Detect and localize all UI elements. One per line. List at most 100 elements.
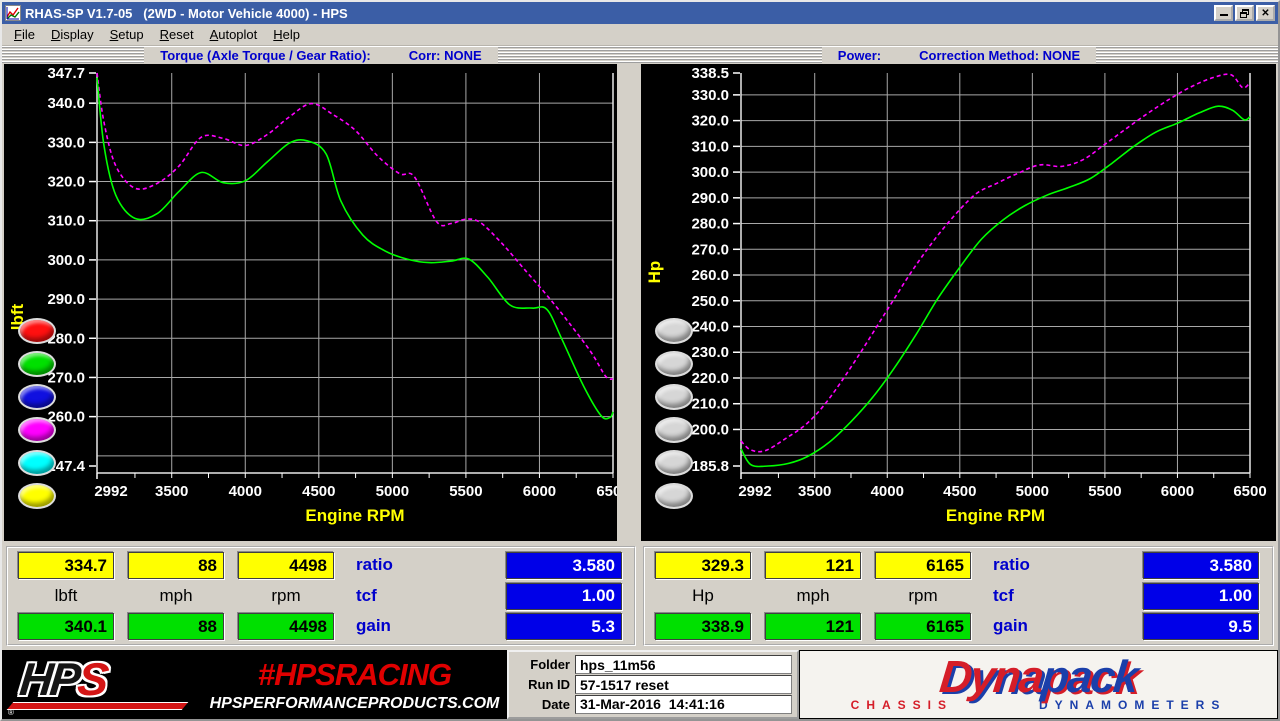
- x-axis-title: Engine RPM: [946, 506, 1045, 525]
- field-row-run-id: Run ID: [514, 675, 792, 695]
- right-peak-Hp: 338.9: [655, 613, 751, 640]
- right-ratio-label: ratio: [993, 555, 1030, 575]
- menu-display[interactable]: Display: [43, 24, 102, 45]
- minimize-icon: [1220, 9, 1228, 16]
- run-button-red[interactable]: [18, 318, 56, 344]
- y-tick-label: 320.0: [47, 174, 85, 191]
- torque-plot: 347.7340.0330.0320.0310.0300.0290.0280.0…: [4, 64, 617, 541]
- hps-promo: #HPSRACING HPSPERFORMANCEPRODUCTS.COM: [202, 650, 507, 719]
- y-tick-label: 338.5: [691, 65, 729, 82]
- run-button-yellow[interactable]: [18, 483, 56, 509]
- y-tick-label: 347.7: [47, 65, 85, 82]
- y-tick-label: 200.0: [691, 421, 729, 438]
- right-gain-value: 9.5: [1143, 613, 1259, 640]
- x-axis-title: Engine RPM: [305, 506, 404, 525]
- field-input-date[interactable]: [575, 695, 792, 714]
- run-button-gray-2[interactable]: [655, 351, 693, 377]
- restore-button[interactable]: [1235, 5, 1254, 21]
- left-tcf-label: tcf: [356, 586, 377, 606]
- x-tick-label: 6500: [1233, 483, 1266, 500]
- y-tick-label: 340.0: [47, 95, 85, 112]
- power-header-half: Power:Correction Method: NONE: [640, 46, 1278, 64]
- hps-logo-swoosh: [7, 702, 189, 710]
- left-current-rpm: 4498: [238, 552, 334, 579]
- app-window: RHAS-SP V1.7-05 (2WD - Motor Vehicle 400…: [0, 0, 1280, 721]
- left-unit-label-lbft: lbft: [18, 586, 114, 606]
- x-tick-label: 6000: [523, 483, 556, 500]
- hps-hashtag: #HPSRACING: [258, 657, 451, 693]
- power-chart-panel: 338.5330.0320.0310.0300.0290.0280.0270.0…: [641, 64, 1276, 541]
- x-tick-label: 4500: [943, 483, 976, 500]
- menu-setup[interactable]: Setup: [102, 24, 152, 45]
- window-title: RHAS-SP V1.7-05 (2WD - Motor Vehicle 400…: [25, 6, 348, 21]
- run-button-gray-1[interactable]: [655, 318, 693, 344]
- field-input-run-id[interactable]: [575, 675, 792, 694]
- left-tcf-value: 1.00: [506, 583, 622, 610]
- x-tick-label: 4000: [871, 483, 904, 500]
- field-label-run-id: Run ID: [514, 677, 570, 692]
- x-tick-label: 3500: [155, 483, 188, 500]
- run-button-gray-3[interactable]: [655, 384, 693, 410]
- y-tick-label: 240.0: [691, 319, 729, 336]
- run-button-gray-4[interactable]: [655, 417, 693, 443]
- charts-row: 347.7340.0330.0320.0310.0300.0290.0280.0…: [2, 64, 1278, 541]
- field-row-folder: Folder: [514, 655, 792, 675]
- right-peak-rpm: 6165: [875, 613, 971, 640]
- left-gain-value: 5.3: [506, 613, 622, 640]
- left-peak-rpm: 4498: [238, 613, 334, 640]
- y-tick-label: 230.0: [691, 344, 729, 361]
- y-tick-label: 280.0: [691, 216, 729, 233]
- minimize-button[interactable]: [1214, 5, 1233, 21]
- torque-header-corr: Corr: NONE: [409, 48, 482, 63]
- menu-autoplot[interactable]: Autoplot: [202, 24, 266, 45]
- y-tick-label: 310.0: [47, 213, 85, 230]
- field-row-date: Date: [514, 694, 792, 714]
- hps-logo-text: HPS: [17, 652, 108, 706]
- close-button[interactable]: ✕: [1256, 5, 1275, 21]
- y-tick-label: 270.0: [691, 241, 729, 258]
- run-button-blue[interactable]: [18, 384, 56, 410]
- app-icon-chart: [6, 6, 20, 20]
- torque-header-half: Torque (Axle Torque / Gear Ratio): Corr: …: [2, 46, 640, 64]
- menu-file[interactable]: File: [6, 24, 43, 45]
- run-button-magenta[interactable]: [18, 417, 56, 443]
- right-gain-label: gain: [993, 616, 1028, 636]
- left-peak-lbft: 340.1: [18, 613, 114, 640]
- registered-mark: ®: [8, 708, 14, 717]
- y-tick-label: 250.0: [691, 293, 729, 310]
- x-tick-label: 4000: [229, 483, 262, 500]
- menu-help[interactable]: Help: [265, 24, 308, 45]
- menu-bar: FileDisplaySetupResetAutoplotHelp: [2, 24, 1278, 46]
- x-tick-label: 2992: [738, 483, 771, 500]
- menu-reset[interactable]: Reset: [152, 24, 202, 45]
- run-button-green[interactable]: [18, 351, 56, 377]
- x-tick-label: 5500: [1088, 483, 1121, 500]
- power-readout-panel: 329.31216165338.91216165Hpmphrpmratio3.5…: [643, 546, 1274, 646]
- x-tick-label: 5000: [1016, 483, 1049, 500]
- y-tick-label: 310.0: [691, 138, 729, 155]
- field-input-folder[interactable]: [575, 655, 792, 674]
- run-button-gray-5[interactable]: [655, 450, 693, 476]
- y-tick-label: 330.0: [691, 87, 729, 104]
- power-header: Power:Correction Method: NONE: [822, 47, 1096, 64]
- torque-header-title: Torque (Axle Torque / Gear Ratio):: [160, 48, 370, 63]
- left-current-lbft: 334.7: [18, 552, 114, 579]
- run-button-cyan[interactable]: [18, 450, 56, 476]
- left-ratio-value: 3.580: [506, 552, 622, 579]
- right-unit-label-mph: mph: [765, 586, 861, 606]
- right-unit-label-Hp: Hp: [655, 586, 751, 606]
- y-tick-label: 290.0: [47, 291, 85, 308]
- torque-readout-panel: 334.7884498340.1884498lbftmphrpmratio3.5…: [6, 546, 636, 646]
- right-current-rpm: 6165: [875, 552, 971, 579]
- left-unit-label-rpm: rpm: [238, 586, 334, 606]
- left-unit-label-mph: mph: [128, 586, 224, 606]
- chart-headers: Torque (Axle Torque / Gear Ratio): Corr: …: [2, 46, 1278, 64]
- y-tick-label: 220.0: [691, 370, 729, 387]
- right-ratio-value: 3.580: [1143, 552, 1259, 579]
- x-tick-label: 5000: [376, 483, 409, 500]
- run-button-gray-6[interactable]: [655, 483, 693, 509]
- y-tick-label: 290.0: [691, 190, 729, 207]
- right-tcf-label: tcf: [993, 586, 1014, 606]
- y-tick-label: 260.0: [691, 267, 729, 284]
- right-peak-mph: 121: [765, 613, 861, 640]
